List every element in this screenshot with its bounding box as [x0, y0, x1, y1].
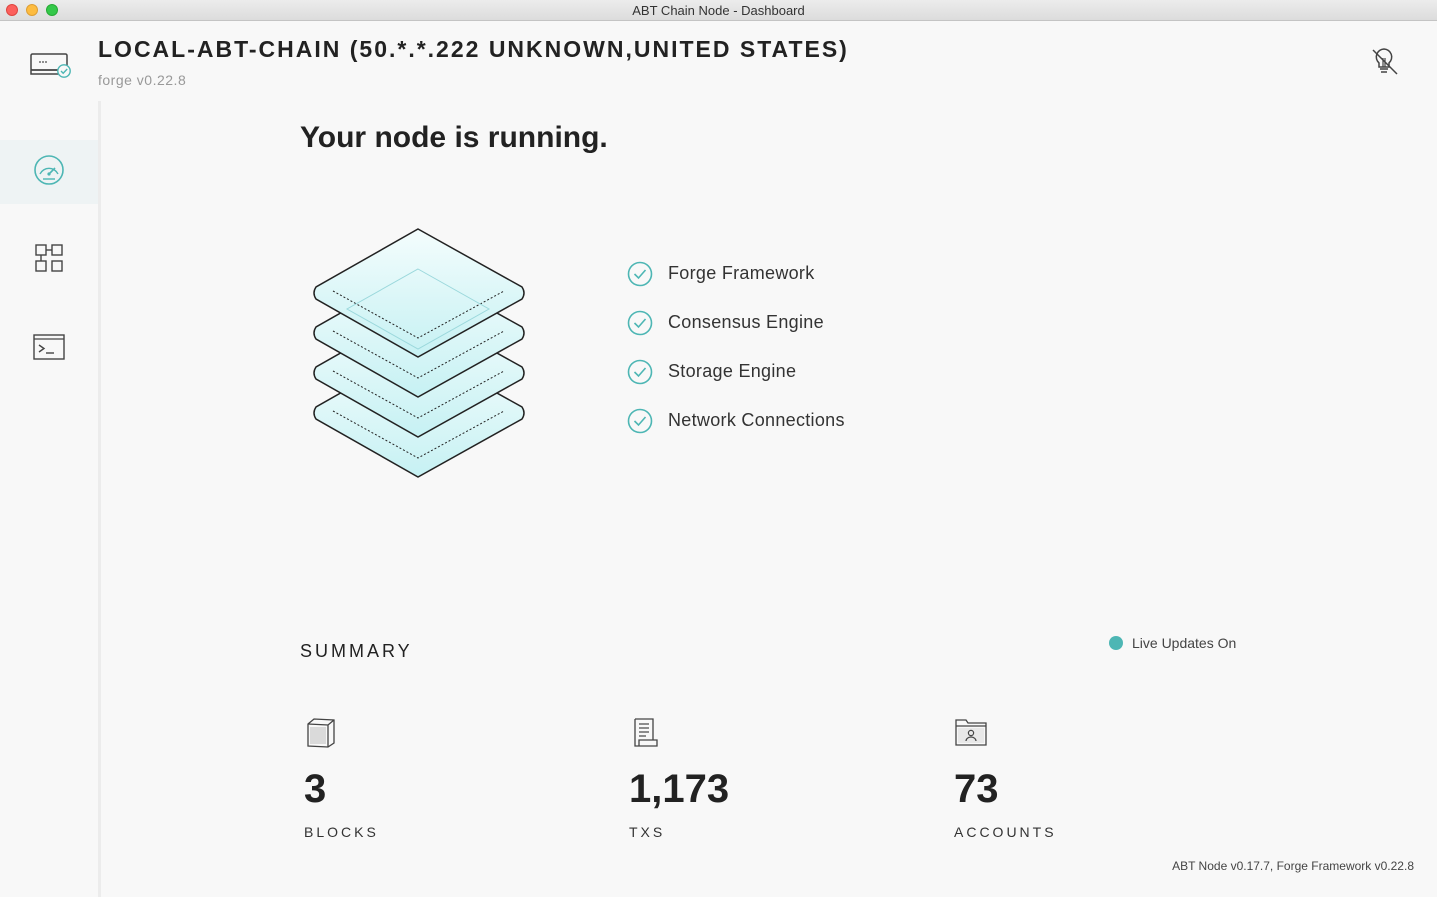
node-name-title: LOCAL-ABT-CHAIN (50.*.*.222 UNKNOWN,UNIT… — [98, 36, 849, 62]
sidebar-item-terminal[interactable] — [0, 317, 98, 381]
node-status-title: Your node is running. — [300, 121, 608, 154]
stat-txs: 1,173 TXS — [629, 716, 729, 840]
checklist-label: Storage Engine — [668, 361, 797, 381]
sidebar-item-dashboard[interactable] — [0, 140, 98, 204]
stat-value: 1,173 — [629, 767, 730, 811]
stat-value: 73 — [954, 767, 999, 811]
summary-title: SUMMARY — [300, 641, 413, 661]
node-status-icon — [30, 52, 72, 85]
receipt-icon — [629, 716, 729, 748]
checklist-label: Network Connections — [668, 410, 845, 430]
component-checklist: Forge Framework Consensus Engine Storage… — [627, 249, 845, 445]
live-updates-label: Live Updates On — [1132, 635, 1237, 651]
blocks-grid-icon — [34, 243, 64, 278]
live-updates-indicator[interactable]: Live Updates On — [1109, 635, 1236, 651]
stat-label: BLOCKS — [304, 824, 379, 840]
app-window: ABT Chain Node - Dashboard LOCAL-ABT-CHA… — [0, 0, 1437, 897]
check-circle-icon — [627, 359, 653, 384]
live-status-dot — [1109, 636, 1123, 650]
terminal-icon — [33, 333, 65, 366]
lightbulb-off-icon[interactable] — [1368, 45, 1400, 82]
folder-user-icon — [954, 716, 1057, 748]
node-stack-illustration — [309, 225, 529, 486]
stat-value: 3 — [304, 767, 327, 811]
main-content: Your node is running. Forge Framework Co… — [101, 101, 1437, 897]
check-circle-icon — [627, 310, 653, 335]
dashboard-gauge-icon — [32, 153, 66, 192]
footer-version: ABT Node v0.17.7, Forge Framework v0.22.… — [1172, 859, 1414, 873]
stat-blocks: 3 BLOCKS — [304, 716, 379, 840]
stat-label: TXS — [629, 824, 666, 840]
stat-accounts: 73 ACCOUNTS — [954, 716, 1057, 840]
checklist-item: Consensus Engine — [627, 298, 845, 347]
header: LOCAL-ABT-CHAIN (50.*.*.222 UNKNOWN,UNIT… — [0, 21, 1437, 101]
stat-label: ACCOUNTS — [954, 824, 1057, 840]
checklist-item: Storage Engine — [627, 347, 845, 396]
check-circle-icon — [627, 408, 653, 433]
checklist-label: Consensus Engine — [668, 312, 824, 332]
sidebar — [0, 101, 101, 897]
checklist-item: Forge Framework — [627, 249, 845, 298]
checklist-label: Forge Framework — [668, 263, 815, 283]
title-bar: ABT Chain Node - Dashboard — [0, 0, 1437, 21]
cube-icon — [304, 716, 379, 748]
window-title: ABT Chain Node - Dashboard — [632, 3, 805, 18]
checklist-item: Network Connections — [627, 396, 845, 445]
forge-version: forge v0.22.8 — [98, 72, 187, 88]
check-circle-icon — [627, 261, 653, 286]
sidebar-item-blocks[interactable] — [0, 228, 98, 292]
